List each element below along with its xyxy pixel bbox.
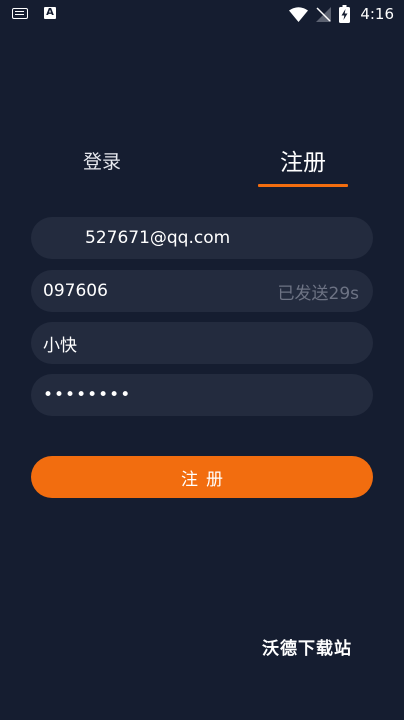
password-field[interactable]: •••••••• bbox=[31, 374, 373, 416]
status-time: 4:16 bbox=[360, 5, 394, 23]
email-value: 527671@qq.com bbox=[85, 228, 231, 248]
status-bar-right: 4:16 bbox=[289, 4, 394, 24]
signal-off-icon bbox=[316, 6, 332, 22]
nickname-field[interactable]: 小快 bbox=[31, 322, 373, 364]
verification-code-value: 097606 bbox=[43, 281, 108, 301]
keyboard-icon bbox=[12, 7, 28, 19]
active-tab-indicator bbox=[258, 184, 348, 187]
nickname-value: 小快 bbox=[43, 335, 77, 356]
wifi-icon bbox=[289, 6, 309, 22]
code-sent-countdown: 已发送29s bbox=[277, 283, 360, 304]
watermark-text: 沃德下载站 bbox=[262, 639, 352, 659]
battery-charging-icon bbox=[339, 5, 351, 23]
email-field[interactable]: 527671@qq.com bbox=[31, 217, 373, 259]
verification-code-field[interactable]: 097606 已发送29s bbox=[31, 270, 373, 312]
status-bar: A 4:16 bbox=[0, 0, 404, 28]
status-bar-left: A bbox=[12, 7, 56, 19]
password-value: •••••••• bbox=[43, 385, 132, 405]
register-button[interactable]: 注册 bbox=[31, 456, 373, 498]
tab-login[interactable]: 登录 bbox=[62, 140, 142, 180]
tab-register[interactable]: 注册 bbox=[258, 140, 348, 180]
a-notification-icon: A bbox=[44, 7, 56, 19]
register-screen: A 4:16 登录 注册 527671@qq.com 097606 已发送29s bbox=[0, 0, 404, 720]
